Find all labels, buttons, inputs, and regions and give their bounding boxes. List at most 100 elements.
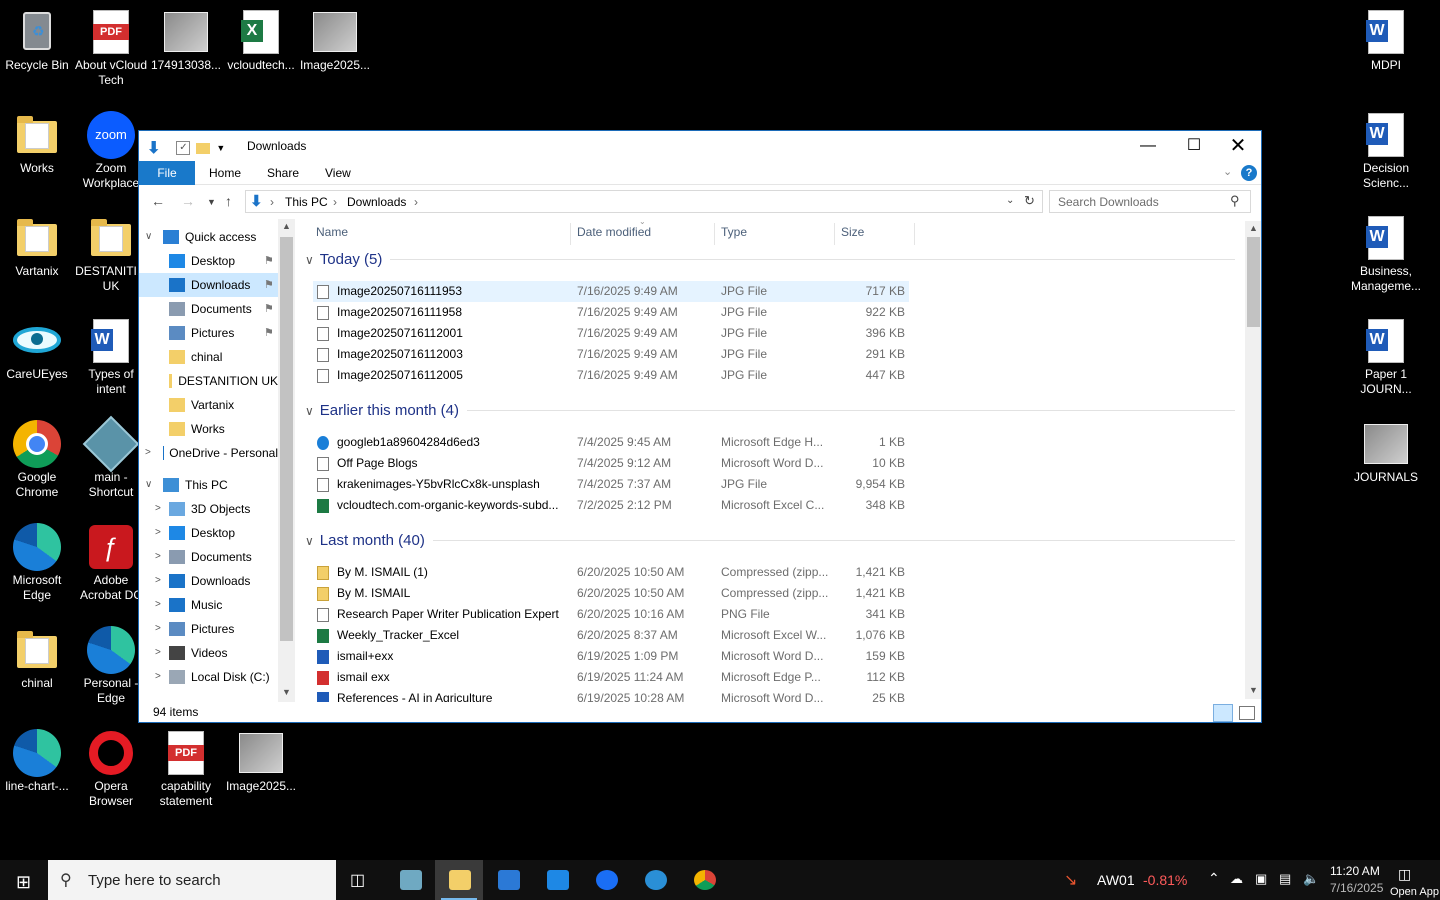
tab-file[interactable]: File	[139, 161, 195, 185]
maximize-button[interactable]: ☐	[1171, 131, 1217, 161]
recent-locations-button[interactable]: ▼	[207, 197, 216, 207]
details-view-button[interactable]	[1213, 704, 1233, 722]
desktop-icon-google-chrome[interactable]: Google Chrome	[0, 416, 74, 500]
file-row[interactable]: Image20250716111958 7/16/2025 9:49 AM JPG …	[313, 302, 909, 323]
breadcrumb-this-pc[interactable]: This PC	[285, 195, 328, 209]
desktop-icon-works[interactable]: Works	[0, 107, 74, 176]
desktop-icon-microsoft-edge[interactable]: Microsoft Edge	[0, 519, 74, 603]
expand-chevron-icon[interactable]: >	[155, 623, 161, 634]
desktop-icon-vartanix[interactable]: Vartanix	[0, 210, 74, 279]
nav-quick-documents[interactable]: Documents	[139, 297, 278, 321]
expand-chevron-icon[interactable]: ∨	[145, 479, 152, 490]
group-header[interactable]: ∨ Last month (40)	[305, 532, 1235, 549]
expand-chevron-icon[interactable]: >	[155, 599, 161, 610]
properties-icon[interactable]: ✓	[176, 141, 191, 155]
taskbar-search[interactable]: ⚲ Type here to search	[48, 860, 336, 900]
nav-scrollbar[interactable]: ▲ ▼	[278, 219, 295, 702]
collapse-chevron-icon[interactable]: ∨	[305, 534, 314, 548]
column-header-size[interactable]: Size	[841, 225, 864, 239]
network-icon[interactable]: ▤	[1279, 871, 1291, 900]
desktop-icon-careueyes[interactable]: CareUEyes	[0, 313, 74, 382]
taskbar-chrome[interactable]	[680, 860, 728, 900]
nav-quick-desktop[interactable]: Desktop	[139, 249, 278, 273]
search-input[interactable]: Search Downloads	[1058, 195, 1159, 209]
file-row[interactable]: Image20250716112005 7/16/2025 9:49 AM JPG …	[313, 365, 909, 386]
file-row[interactable]: googleb1a89604284d6ed3 7/4/2025 9:45 AM Mi…	[313, 432, 909, 453]
breadcrumb-downloads[interactable]: Downloads	[347, 195, 406, 209]
column-header-date[interactable]: Date modified	[577, 225, 651, 239]
column-header-type[interactable]: Type	[721, 225, 747, 239]
desktop-icon-main-shortcut[interactable]: main - Shortcut	[74, 415, 148, 500]
desktop-icon-destaniti-uk[interactable]: DESTANITI... UK	[74, 210, 148, 294]
taskbar-store[interactable]	[484, 860, 532, 900]
large-icons-view-button[interactable]	[1239, 706, 1255, 720]
new-folder-icon[interactable]	[196, 142, 211, 154]
desktop-icon-zoom-workplace[interactable]: zoom Zoom Workplace	[74, 107, 148, 191]
expand-chevron-icon[interactable]: ∨	[145, 231, 152, 242]
expand-ribbon-icon[interactable]: ⌄	[1223, 165, 1232, 178]
tab-home[interactable]: Home	[195, 161, 255, 185]
breadcrumb-separator[interactable]: ›	[414, 195, 418, 209]
file-row[interactable]: Research Paper Writer Publication Expert…	[313, 604, 909, 625]
desktop-icon-mdpi[interactable]: W MDPI	[1349, 4, 1423, 73]
forward-button[interactable]: →	[181, 193, 195, 209]
refresh-icon[interactable]: ↻	[1024, 193, 1035, 209]
onedrive-icon[interactable]: ☁	[1230, 871, 1243, 900]
desktop-icon-vcloudtech[interactable]: Xvcloudtech...	[224, 4, 298, 73]
address-bar[interactable]: ⬇ › This PC › Downloads › ⌄ ↻	[245, 190, 1043, 213]
desktop-icon-journals[interactable]: JOURNALS	[1349, 416, 1423, 485]
file-row[interactable]: krakenimages-Y5bvRlcCx8k-unsplash 7/4/202…	[313, 474, 909, 495]
stock-name[interactable]: AW01	[1097, 872, 1135, 900]
desktop-icon-chinal[interactable]: chinal	[0, 622, 74, 691]
up-button[interactable]: ↑	[225, 193, 232, 209]
file-row[interactable]: Off Page Blogs 7/4/2025 9:12 AM Microsoft …	[313, 453, 909, 474]
nav-quick-chinal[interactable]: chinal	[139, 345, 278, 369]
taskbar-mail[interactable]	[533, 860, 581, 900]
nav-quick-works[interactable]: Works	[139, 417, 278, 441]
desktop-icon-about-vcloud-tech[interactable]: PDF About vCloud Tech	[74, 4, 148, 88]
taskbar-file-explorer[interactable]	[435, 860, 483, 900]
breadcrumb-separator[interactable]: ›	[270, 195, 274, 209]
breadcrumb-separator[interactable]: ›	[333, 195, 337, 209]
back-button[interactable]: ←	[151, 193, 165, 209]
nav-quick-vartanix[interactable]: Vartanix	[139, 393, 278, 417]
navigation-pane[interactable]: Quick access ∨ Desktop ⚑ Downloads ⚑ Documents…	[139, 219, 295, 702]
open-app-label[interactable]: Open App	[1390, 886, 1439, 900]
nav-onedrive[interactable]: OneDrive - Personal	[139, 441, 278, 465]
volume-icon[interactable]: 🔈	[1303, 871, 1319, 900]
expand-chevron-icon[interactable]: >	[155, 527, 161, 538]
expand-chevron-icon[interactable]: >	[155, 671, 161, 682]
tab-share[interactable]: Share	[253, 161, 313, 185]
desktop-icon-types-of-intent[interactable]: W Types of intent	[74, 313, 148, 397]
file-row[interactable]: References - AI in Agriculture 6/19/2025 …	[313, 688, 909, 702]
collapse-chevron-icon[interactable]: ∨	[305, 253, 314, 267]
desktop-icon-paper-1-journ[interactable]: W Paper 1 JOURN...	[1349, 313, 1423, 397]
desktop-icon-line-chart[interactable]: line-chart-...	[0, 725, 74, 794]
show-hidden-icons-icon[interactable]: ⌃	[1208, 870, 1220, 900]
group-header[interactable]: ∨ Earlier this month (4)	[305, 402, 1235, 419]
desktop-icon-adobe-acrobat-dc[interactable]: ƒ Adobe Acrobat DC	[74, 519, 148, 603]
desktop-icon-opera-browser[interactable]: Opera Browser	[74, 725, 148, 809]
file-row[interactable]: Weekly_Tracker_Excel 6/20/2025 8:37 AM Mic…	[313, 625, 909, 646]
file-row[interactable]: ismail+exx 6/19/2025 1:09 PM Microsoft Wor…	[313, 646, 909, 667]
clock-date[interactable]: 7/16/2025	[1330, 881, 1383, 900]
group-header[interactable]: ∨ Today (5)	[305, 251, 1235, 268]
desktop-icon-recycle-bin[interactable]: ♻ Recycle Bin	[0, 4, 74, 73]
file-list-scrollbar[interactable]: ▲ ▼	[1245, 221, 1261, 699]
desktop-icon-image2025[interactable]: Image2025...	[298, 4, 372, 73]
file-row[interactable]: By M. ISMAIL 6/20/2025 10:50 AM Compressed…	[313, 583, 909, 604]
nav-quick-downloads[interactable]: Downloads	[139, 273, 278, 297]
expand-chevron-icon[interactable]: >	[155, 575, 161, 586]
desktop-icon-image2025[interactable]: Image2025...	[224, 725, 298, 794]
close-button[interactable]: ✕	[1215, 131, 1261, 161]
nav-quick-access[interactable]: Quick access	[139, 225, 278, 249]
file-row[interactable]: By M. ISMAIL (1) 6/20/2025 10:50 AM Compre…	[313, 562, 909, 583]
file-row[interactable]: Image20250716112001 7/16/2025 9:49 AM JPG …	[313, 323, 909, 344]
desktop-icon-capability-statement[interactable]: PDF capability statement	[149, 725, 223, 809]
taskbar-zoom[interactable]	[582, 860, 630, 900]
expand-chevron-icon[interactable]: >	[155, 551, 161, 562]
collapse-chevron-icon[interactable]: ∨	[305, 404, 314, 418]
file-row[interactable]: ismail exx 6/19/2025 11:24 AM Microsoft Ed…	[313, 667, 909, 688]
column-header-name[interactable]: Name	[316, 225, 348, 239]
expand-chevron-icon[interactable]: >	[145, 447, 151, 458]
